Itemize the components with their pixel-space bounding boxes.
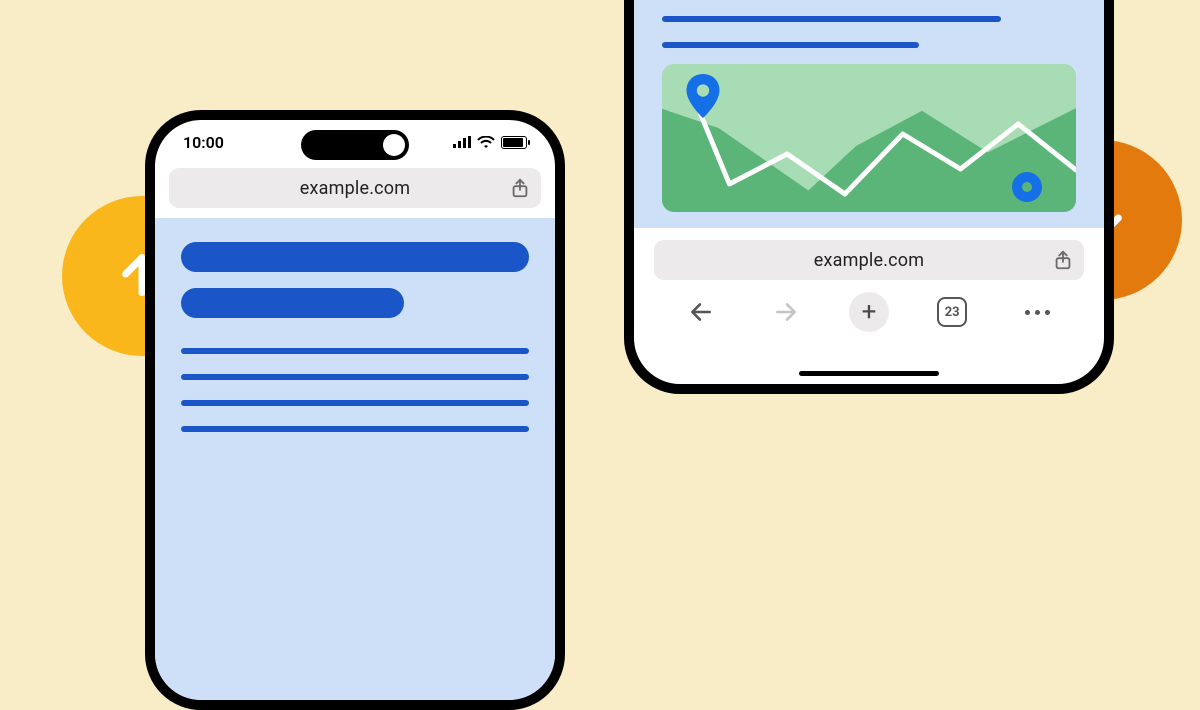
content-line-placeholder (662, 16, 1001, 22)
tabs-count-badge: 23 (937, 297, 967, 327)
phone-side-button (145, 344, 147, 428)
map-pin-icon (686, 74, 720, 118)
content-heading-placeholder (181, 288, 404, 318)
address-bar-url: example.com (654, 250, 1084, 271)
map-thumbnail[interactable] (662, 64, 1076, 212)
share-icon[interactable] (1052, 249, 1074, 271)
phone-side-button (145, 336, 147, 392)
home-indicator (799, 371, 939, 376)
dynamic-island (301, 130, 409, 160)
address-bar[interactable]: example.com (169, 168, 541, 208)
wifi-icon (477, 136, 495, 149)
back-button[interactable] (679, 290, 723, 334)
content-line-placeholder (181, 426, 529, 432)
battery-icon (501, 136, 527, 149)
phone-mockup-top-addressbar: 10:00 example.com (145, 110, 565, 710)
address-bar-url: example.com (169, 178, 541, 199)
status-icons (453, 136, 527, 149)
browser-toolbar: + 23 (634, 288, 1104, 342)
forward-button[interactable] (764, 290, 808, 334)
page-content (634, 0, 1104, 228)
cellular-signal-icon (453, 136, 471, 148)
phone-mockup-bottom-addressbar: example.com + 23 (624, 0, 1114, 394)
content-line-placeholder (181, 374, 529, 380)
content-line-placeholder (181, 400, 529, 406)
status-time: 10:00 (183, 133, 224, 152)
phone-side-button (145, 402, 147, 458)
status-bar: 10:00 (155, 120, 555, 164)
page-content (155, 218, 555, 710)
share-icon[interactable] (509, 177, 531, 199)
map-location-dot-icon (1012, 172, 1042, 202)
more-menu-button[interactable] (1015, 290, 1059, 334)
phone-side-button (1112, 50, 1114, 110)
more-icon (1025, 310, 1050, 315)
content-heading-placeholder (181, 242, 529, 272)
content-line-placeholder (181, 348, 529, 354)
phone-side-button (145, 294, 147, 324)
new-tab-button[interactable]: + (849, 292, 889, 332)
address-bar[interactable]: example.com (654, 240, 1084, 280)
tabs-button[interactable]: 23 (930, 290, 974, 334)
content-line-placeholder (662, 42, 919, 48)
